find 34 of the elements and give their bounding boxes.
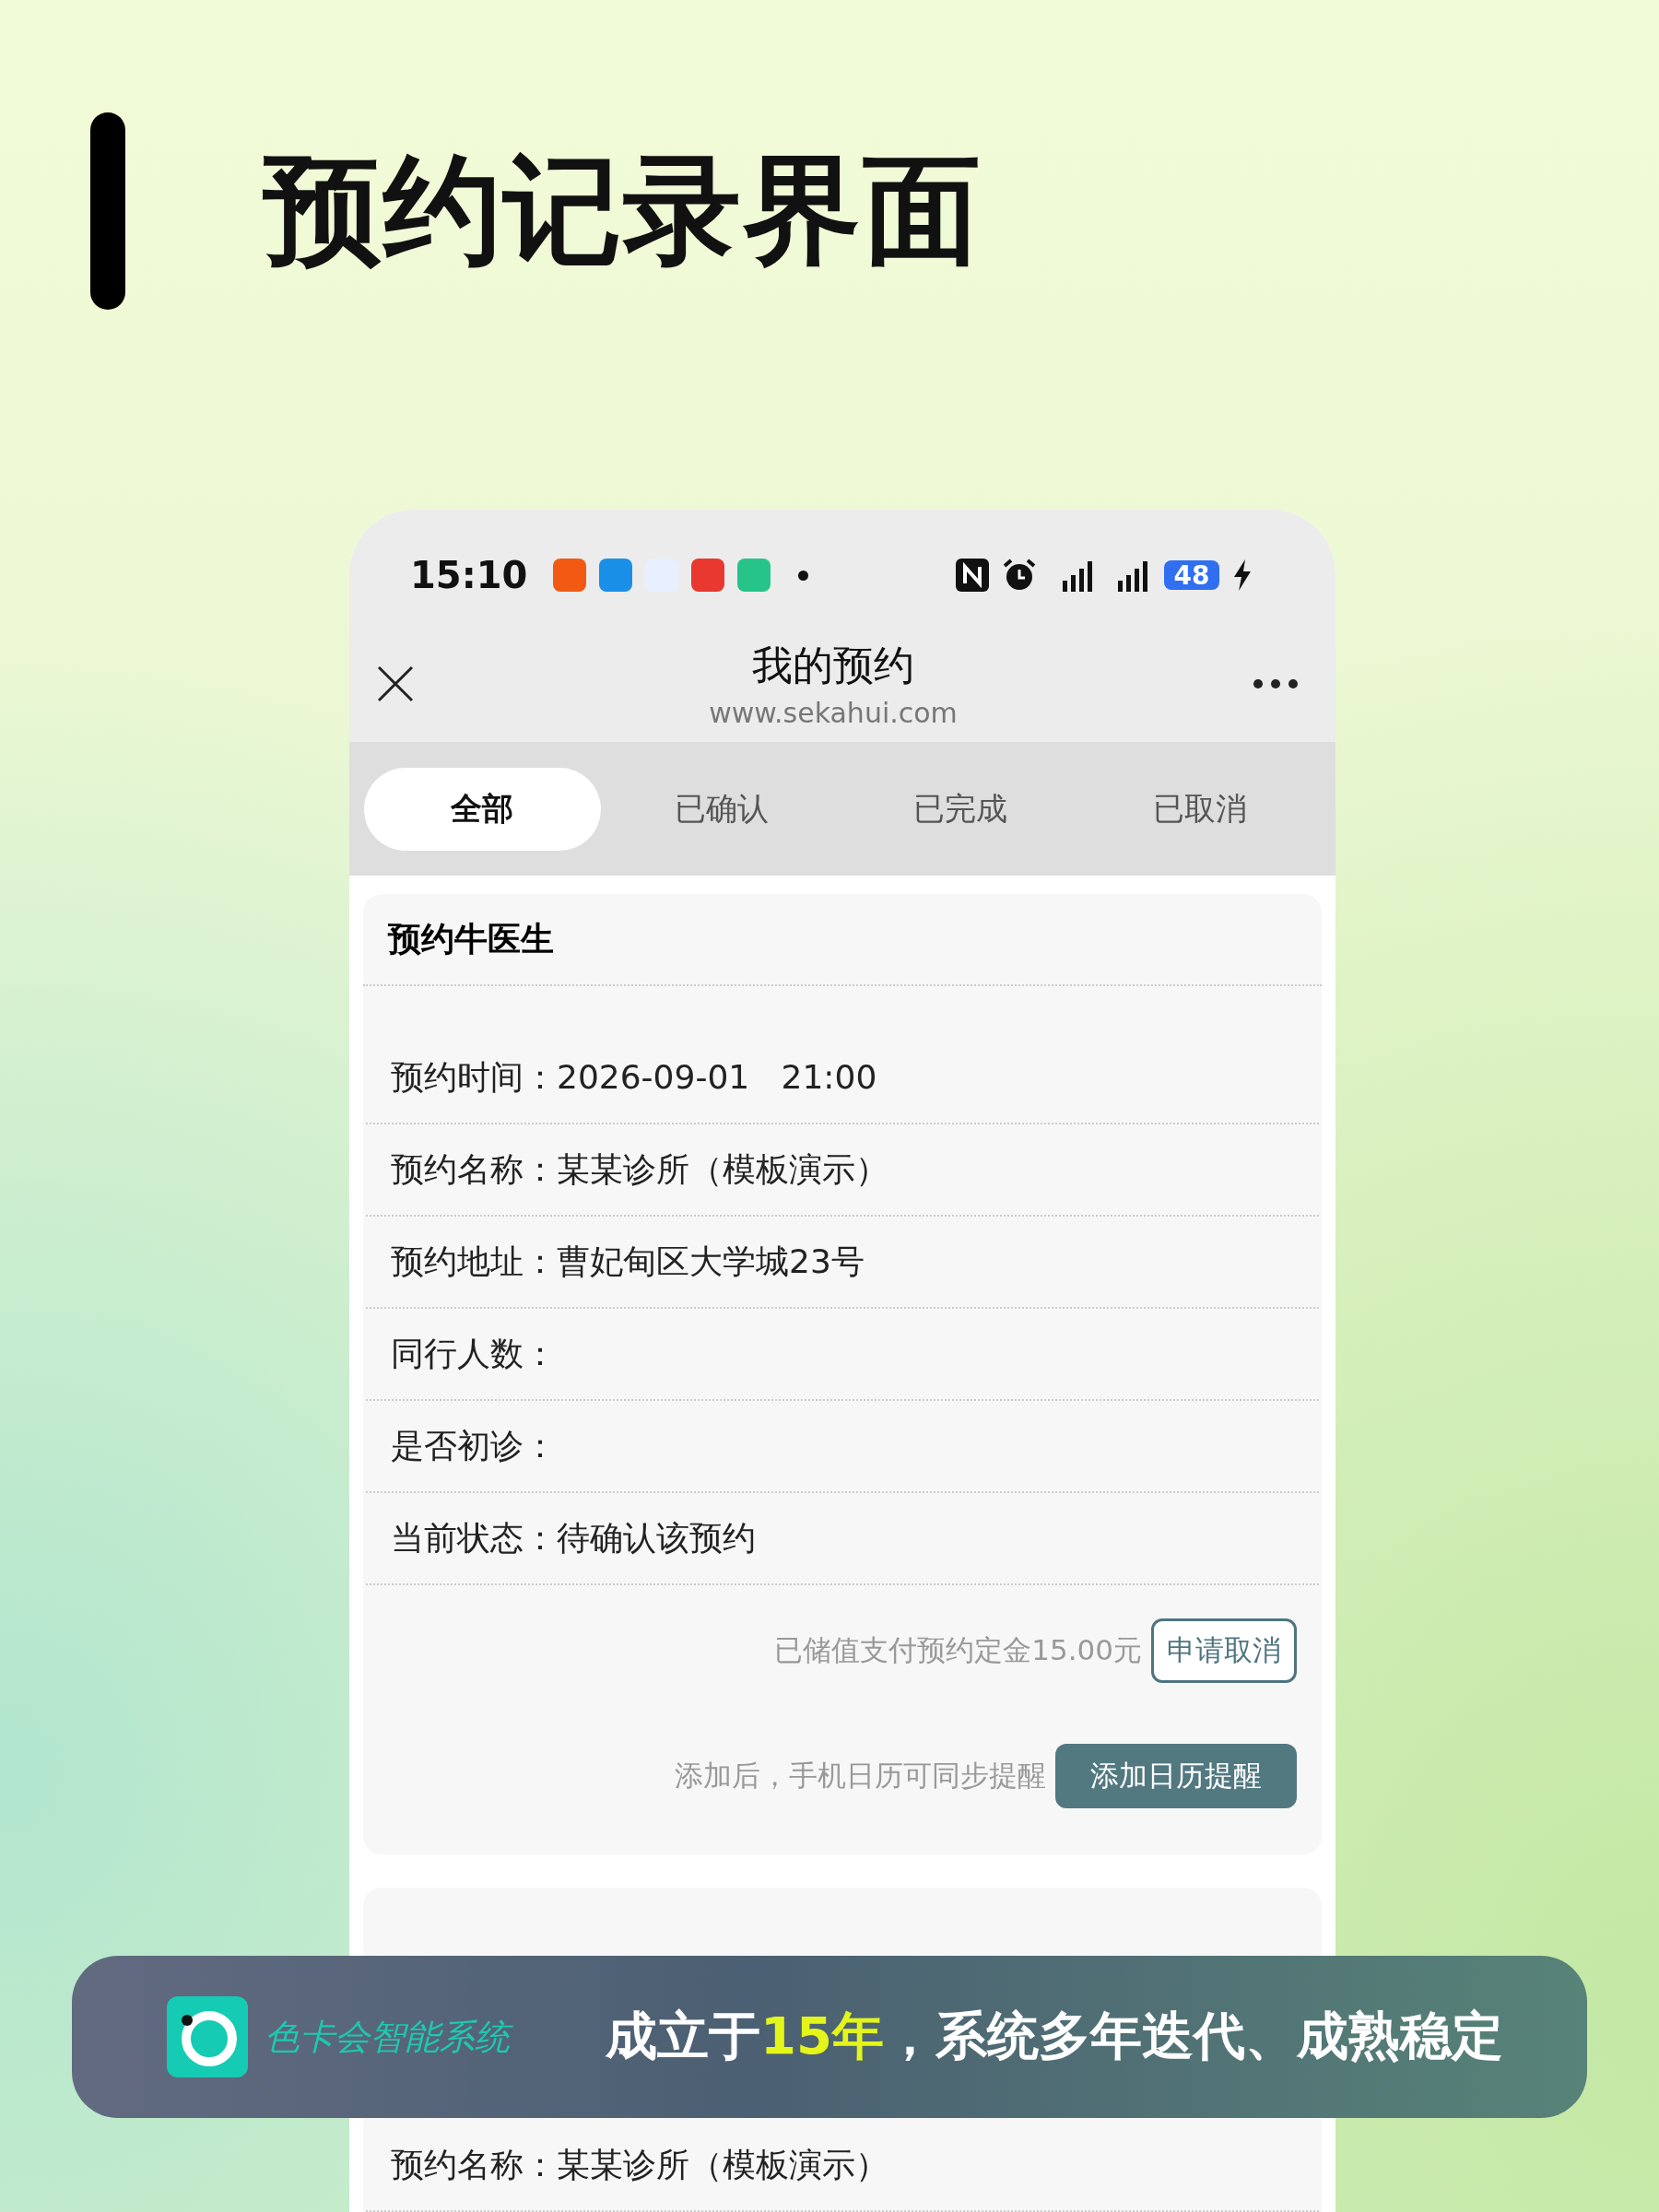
cancel-request-button[interactable]: 申请取消: [1151, 1618, 1297, 1683]
slogan: 成立于15年，系统多年迭代、成熟稳定: [606, 2005, 1503, 2067]
app-icon: [691, 559, 725, 592]
filter-tab[interactable]: 已完成: [842, 767, 1079, 851]
payment-note: 已储值支付预约定金15.00元: [774, 1632, 1142, 1668]
detail-row: 是否初诊：: [366, 1401, 1319, 1493]
detail-row: 预约地址：曹妃甸区大学城23号: [366, 1217, 1319, 1309]
filter-tab[interactable]: 已确认: [603, 767, 840, 851]
status-time: 15:10: [410, 554, 528, 596]
nav-title: 我的预约: [752, 641, 914, 690]
detail-row: 预约名称：某某诊所（模板演示）: [366, 2120, 1319, 2212]
app-icon: [599, 559, 633, 592]
detail-row: 当前状态：待确认该预约: [366, 1493, 1319, 1585]
filter-tab[interactable]: 已取消: [1081, 767, 1318, 851]
notification-dot: [798, 570, 809, 581]
battery-level: 48: [1164, 560, 1219, 590]
add-calendar-button[interactable]: 添加日历提醒: [1055, 1744, 1297, 1808]
logo-icon: [167, 1996, 248, 2077]
detail-row: 预约时间：2026-09-01 21:00: [366, 1032, 1319, 1124]
app-icon: [553, 559, 587, 592]
page-title: 预约记录界面: [264, 139, 982, 280]
site-url: www.sekahui.com: [709, 697, 958, 729]
close-icon[interactable]: [377, 665, 414, 702]
app-icon: [737, 559, 771, 592]
alarm-icon: [1002, 558, 1037, 593]
calendar-note: 添加后，手机日历可同步提醒: [675, 1758, 1046, 1794]
filter-tab[interactable]: 全部: [364, 767, 601, 851]
detail-row: 预约名称：某某诊所（模板演示）: [366, 1124, 1319, 1217]
more-icon[interactable]: [1253, 678, 1299, 689]
charging-icon: [1232, 559, 1253, 591]
brand-name: 色卡会智能系统: [265, 2013, 606, 2061]
nfc-icon: [956, 559, 989, 592]
detail-row: 同行人数：: [366, 1309, 1319, 1401]
card-title: 预约牛医生: [363, 894, 1322, 986]
